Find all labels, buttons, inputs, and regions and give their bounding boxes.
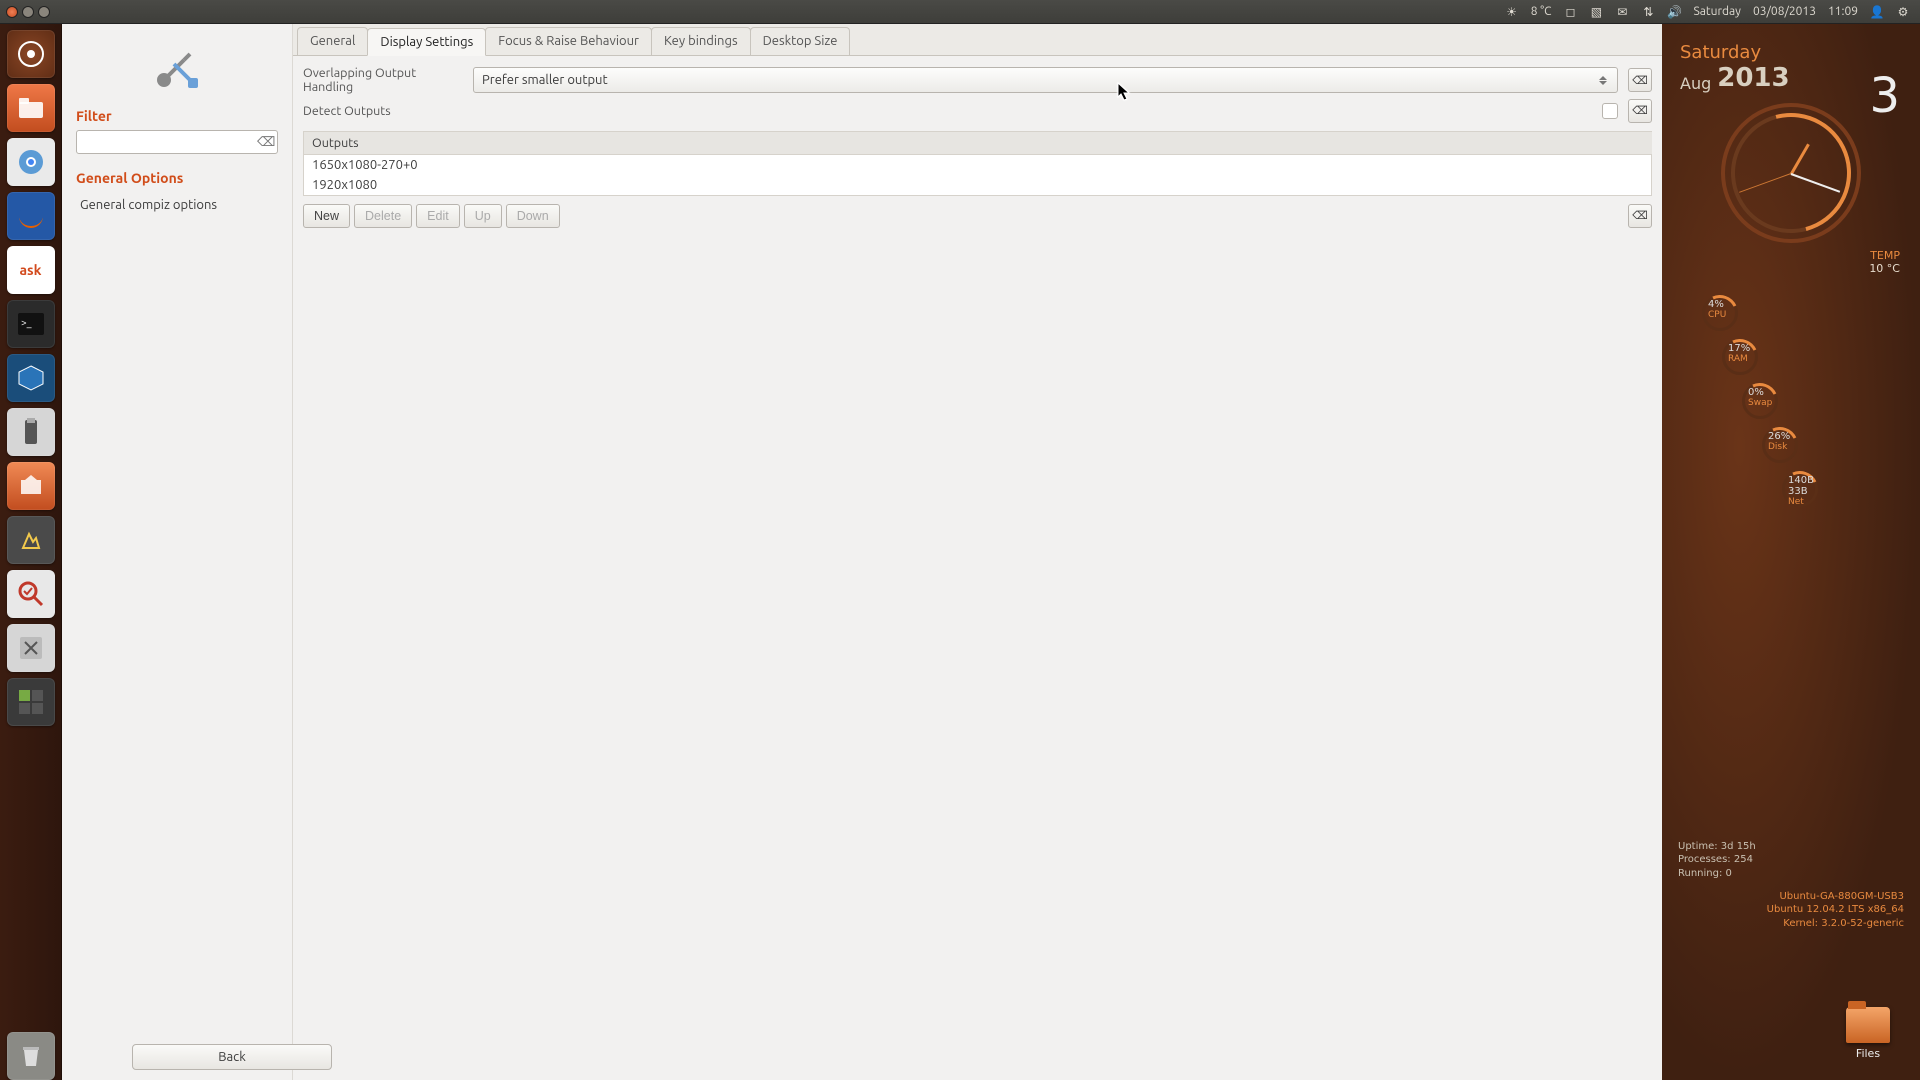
tab-bar: General Display Settings Focus & Raise B… <box>293 24 1662 56</box>
gear-icon[interactable]: ⚙ <box>1896 5 1910 19</box>
tab-general[interactable]: General <box>297 27 368 55</box>
launcher-software-center-icon[interactable] <box>7 462 55 510</box>
launcher-chromium-icon[interactable] <box>7 138 55 186</box>
conky-net-up: 33B <box>1788 486 1808 497</box>
folder-icon <box>1846 1007 1890 1043</box>
conky-month: Aug <box>1680 74 1711 93</box>
conky-cpu-value: 4% <box>1708 299 1724 310</box>
clock-day[interactable]: Saturday <box>1693 5 1741 18</box>
edit-button[interactable]: Edit <box>416 204 460 228</box>
conky-uptime: Uptime: 3d 15h <box>1678 840 1756 854</box>
launcher-settings-icon[interactable] <box>7 624 55 672</box>
back-button[interactable]: Back <box>132 1044 332 1070</box>
conky-processes: Processes: 254 <box>1678 853 1756 867</box>
tab-key-bindings[interactable]: Key bindings <box>651 27 751 55</box>
conky-disk-value: 26% <box>1768 431 1790 442</box>
up-button[interactable]: Up <box>464 204 502 228</box>
tab-focus-raise[interactable]: Focus & Raise Behaviour <box>485 27 652 55</box>
launcher-ccsm-icon[interactable] <box>7 516 55 564</box>
outputs-list-item[interactable]: 1920x1080 <box>304 175 1651 195</box>
conky-hostname: Ubuntu-GA-880GM-USB3 <box>1767 890 1904 904</box>
overlap-output-label: Overlapping Output Handling <box>303 66 463 95</box>
launcher-virtualbox-icon[interactable] <box>7 354 55 402</box>
delete-button[interactable]: Delete <box>354 204 412 228</box>
launcher-system-testing-icon[interactable] <box>7 570 55 618</box>
clock-time[interactable]: 11:09 <box>1828 5 1858 18</box>
launcher-askubuntu-icon[interactable]: ask <box>7 246 55 294</box>
conky-disk-label: Disk <box>1768 442 1790 452</box>
detect-outputs-label: Detect Outputs <box>303 104 1592 118</box>
conky-kernel: Kernel: 3.2.0-52-generic <box>1767 917 1904 931</box>
overlap-output-dropdown[interactable]: Prefer smaller output <box>473 67 1618 93</box>
conky-net-label: Net <box>1788 497 1814 507</box>
window-minimize-button[interactable] <box>22 6 34 18</box>
launcher-terminal-icon[interactable]: >_ <box>7 300 55 348</box>
conky-clock <box>1721 103 1861 243</box>
outputs-list[interactable]: 1650x1080-270+0 1920x1080 <box>303 155 1652 196</box>
down-button[interactable]: Down <box>506 204 560 228</box>
mail-icon[interactable]: ✉ <box>1615 5 1629 19</box>
overlap-reset-button[interactable]: ⌫ <box>1628 68 1652 92</box>
window-controls <box>0 6 56 18</box>
conky-ram-label: RAM <box>1728 354 1750 364</box>
new-button[interactable]: New <box>303 204 350 228</box>
conky-cpu-label: CPU <box>1708 310 1726 320</box>
conky-day-number: 3 <box>1869 68 1900 124</box>
filter-input-wrapper[interactable]: ⌫ <box>76 130 278 154</box>
launcher-workspace-switcher-icon[interactable] <box>7 678 55 726</box>
window-maximize-button[interactable] <box>38 6 50 18</box>
launcher-files-icon[interactable] <box>7 84 55 132</box>
outputs-reset-button[interactable]: ⌫ <box>1628 204 1652 228</box>
conky-swap-value: 0% <box>1748 387 1764 398</box>
weather-icon[interactable]: ☀ <box>1505 5 1519 19</box>
back-button-label: Back <box>218 1050 246 1064</box>
unity-launcher: ask >_ <box>0 24 62 1080</box>
tools-icon <box>76 40 278 94</box>
overlap-output-value: Prefer smaller output <box>482 73 608 87</box>
tab-desktop-size[interactable]: Desktop Size <box>750 27 851 55</box>
conky-day-of-week: Saturday <box>1680 42 1902 63</box>
system-tray: ☀ 8 °C ◻ ▧ ✉ ⇅ 🔊 Saturday 03/08/2013 11:… <box>1495 5 1920 19</box>
user-icon[interactable]: 👤 <box>1870 5 1884 19</box>
filter-clear-icon[interactable]: ⌫ <box>257 135 273 150</box>
weather-text[interactable]: 8 °C <box>1531 5 1552 18</box>
conky-os: Ubuntu 12.04.2 LTS x86_64 <box>1767 903 1904 917</box>
filter-heading: Filter <box>76 108 278 124</box>
conky-metrics: 4%CPU 17%RAM 0%Swap 26%Disk 140B33BNet <box>1662 295 1920 511</box>
launcher-firefox-icon[interactable] <box>7 192 55 240</box>
conky-temp-value: 10 °C <box>1869 262 1900 275</box>
ccsm-content: General Display Settings Focus & Raise B… <box>292 24 1662 1080</box>
indicator-square-icon[interactable]: ◻ <box>1563 5 1577 19</box>
ccsm-window: Filter ⌫ General Options General compiz … <box>62 24 1662 1080</box>
general-options-heading: General Options <box>76 170 278 186</box>
sidebar-item-general-compiz[interactable]: General compiz options <box>76 192 278 218</box>
launcher-trash-icon[interactable] <box>7 1032 55 1080</box>
network-icon[interactable]: ⇅ <box>1641 5 1655 19</box>
vm-indicator-icon[interactable]: ▧ <box>1589 5 1603 19</box>
conky-net-down: 140B <box>1788 475 1814 486</box>
desktop-files-label: Files <box>1846 1047 1890 1060</box>
outputs-list-item[interactable]: 1650x1080-270+0 <box>304 155 1651 175</box>
window-close-button[interactable] <box>6 6 18 18</box>
volume-icon[interactable]: 🔊 <box>1667 5 1681 19</box>
conky-widget: Saturday Aug 2013 3 TEMP 10 °C 4%CPU 17%… <box>1662 24 1920 1080</box>
conky-swap-label: Swap <box>1748 398 1772 408</box>
desktop-files-shortcut[interactable]: Files <box>1846 1007 1890 1060</box>
conky-year: 2013 <box>1717 63 1789 93</box>
launcher-usb-creator-icon[interactable] <box>7 408 55 456</box>
conky-running: Running: 0 <box>1678 867 1756 881</box>
conky-ram-value: 17% <box>1728 343 1750 354</box>
detect-reset-button[interactable]: ⌫ <box>1628 99 1652 123</box>
conky-temp-label: TEMP <box>1870 249 1900 262</box>
dash-icon[interactable] <box>7 30 55 78</box>
ccsm-sidebar: Filter ⌫ General Options General compiz … <box>62 24 292 1080</box>
filter-input[interactable] <box>81 135 257 150</box>
top-panel: ☀ 8 °C ◻ ▧ ✉ ⇅ 🔊 Saturday 03/08/2013 11:… <box>0 0 1920 24</box>
chevron-updown-icon <box>1599 73 1609 87</box>
tab-display-settings[interactable]: Display Settings <box>367 28 486 56</box>
outputs-column-header[interactable]: Outputs <box>303 131 1652 155</box>
detect-outputs-checkbox[interactable] <box>1602 103 1618 119</box>
svg-text:>_: >_ <box>21 317 32 328</box>
clock-date[interactable]: 03/08/2013 <box>1753 5 1816 18</box>
